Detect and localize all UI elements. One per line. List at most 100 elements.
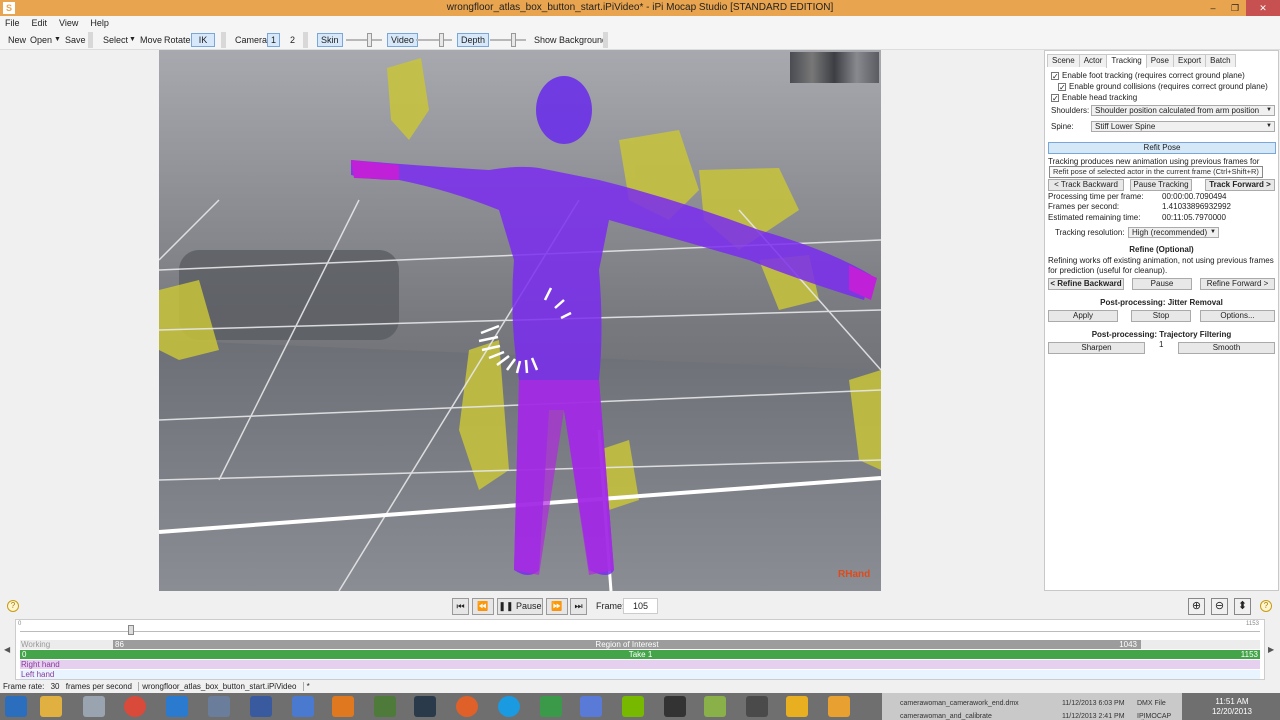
file-name[interactable]: camerawoman_camerawork_end.dmx	[900, 700, 1019, 707]
apply-button[interactable]: Apply	[1048, 310, 1118, 322]
tab-export[interactable]: Export	[1172, 54, 1207, 67]
go-to-end-button[interactable]: ⏭	[570, 598, 587, 615]
foot-tracking-checkbox[interactable]: ✓ Enable foot tracking (requires correct…	[1051, 71, 1245, 81]
timeline[interactable]: 0 1153 Working 86 Region of Interest 104…	[15, 619, 1265, 680]
checkbox-icon[interactable]: ✓	[1051, 94, 1059, 103]
maximize-button[interactable]: ❐	[1224, 0, 1246, 16]
camera-2-toggle[interactable]: 2	[290, 34, 295, 46]
open-dropdown-icon[interactable]: ▼	[54, 34, 61, 46]
rotate-button[interactable]: Rotate	[164, 34, 191, 46]
stop-button[interactable]: Stop	[1131, 310, 1191, 322]
playhead-handle[interactable]	[128, 625, 134, 635]
timeline-scroll-right-icon[interactable]: ▶	[1268, 645, 1274, 654]
tab-tracking[interactable]: Tracking	[1106, 54, 1147, 68]
track-forward-button[interactable]: Track Forward >	[1205, 179, 1275, 191]
app-icon[interactable]	[292, 696, 314, 717]
show-background-button[interactable]: Show Background	[534, 34, 607, 46]
new-button[interactable]: New	[8, 34, 26, 46]
menu-view[interactable]: View	[59, 16, 78, 30]
ipi-studio-icon[interactable]	[828, 696, 850, 717]
pause-tracking-button[interactable]: Pause Tracking	[1130, 179, 1192, 191]
nvidia-icon[interactable]	[622, 696, 644, 717]
fast-forward-button[interactable]: ⏩	[546, 598, 568, 615]
app-icon[interactable]	[166, 696, 188, 717]
move-button[interactable]: Move	[140, 34, 162, 46]
shoulders-select[interactable]: Shoulder position calculated from arm po…	[1091, 105, 1275, 116]
skin-toggle[interactable]: Skin	[317, 33, 343, 47]
menu-help[interactable]: Help	[90, 16, 109, 30]
region-of-interest-bar[interactable]: 86 Region of Interest 1043	[113, 640, 1141, 649]
menu-file[interactable]: File	[5, 16, 20, 30]
app-icon[interactable]	[664, 696, 686, 717]
app-icon[interactable]	[540, 696, 562, 717]
file-name[interactable]: camerawoman_and_calibrate	[900, 713, 992, 720]
left-hand-row[interactable]: Left hand	[20, 670, 1260, 679]
app-icon[interactable]	[456, 696, 478, 717]
help-icon[interactable]: ?	[7, 600, 19, 612]
depth-toggle[interactable]: Depth	[457, 33, 490, 47]
close-button[interactable]: ✕	[1246, 0, 1280, 16]
checkbox-icon[interactable]: ✓	[1051, 72, 1059, 81]
steam-icon[interactable]	[414, 696, 436, 717]
skin-slider-thumb[interactable]	[367, 33, 372, 47]
head-tracking-checkbox[interactable]: ✓ Enable head tracking	[1051, 93, 1137, 103]
ik-toggle[interactable]: IK	[191, 33, 215, 47]
app-icon[interactable]	[704, 696, 726, 717]
app-icon[interactable]	[580, 696, 602, 717]
menu-edit[interactable]: Edit	[32, 16, 48, 30]
frame-input[interactable]: 105	[623, 598, 658, 614]
vlc-icon[interactable]	[332, 696, 354, 717]
tab-batch[interactable]: Batch	[1205, 54, 1236, 67]
fit-timeline-icon[interactable]: ⬍	[1234, 598, 1251, 615]
video-slider[interactable]	[416, 39, 452, 41]
skin-slider[interactable]	[346, 39, 382, 41]
tab-pose[interactable]: Pose	[1145, 54, 1174, 67]
3d-viewport[interactable]: RHand	[159, 50, 881, 591]
app-icon[interactable]	[746, 696, 768, 717]
track-backward-button[interactable]: < Track Backward	[1048, 179, 1124, 191]
select-button[interactable]: Select	[103, 34, 128, 46]
video-slider-thumb[interactable]	[439, 33, 444, 47]
checkbox-icon[interactable]: ✓	[1058, 83, 1066, 92]
open-button[interactable]: Open	[30, 34, 52, 46]
camera-1-toggle[interactable]: 1	[267, 33, 281, 47]
depth-slider-thumb[interactable]	[511, 33, 516, 47]
app-icon[interactable]	[208, 696, 230, 717]
file-explorer-icon[interactable]	[40, 696, 62, 717]
skype-icon[interactable]	[498, 696, 520, 717]
tab-scene[interactable]: Scene	[1047, 54, 1080, 67]
options-button[interactable]: Options...	[1200, 310, 1275, 322]
help-icon[interactable]: ?	[1260, 600, 1272, 612]
spine-select[interactable]: Stiff Lower Spine ▼	[1091, 121, 1275, 132]
sharpen-button[interactable]: Sharpen	[1048, 342, 1145, 354]
app-icon[interactable]	[786, 696, 808, 717]
minimize-button[interactable]: –	[1202, 0, 1224, 16]
app-icon[interactable]	[250, 696, 272, 717]
camera-preview-thumbnail[interactable]	[790, 52, 879, 83]
refine-pause-button[interactable]: Pause	[1132, 278, 1192, 290]
system-clock[interactable]: 11:51 AM 12/20/2013	[1212, 697, 1252, 717]
ground-collisions-checkbox[interactable]: ✓ Enable ground collisions (requires cor…	[1058, 82, 1268, 92]
rewind-button[interactable]: ⏪	[472, 598, 494, 615]
video-toggle[interactable]: Video	[387, 33, 418, 47]
tracking-resolution-select[interactable]: High (recommended) ▼	[1128, 227, 1219, 238]
select-dropdown-icon[interactable]: ▼	[129, 34, 136, 46]
zoom-out-icon[interactable]: ⊖	[1211, 598, 1228, 615]
take-row[interactable]: 0 Take 1 1153	[20, 650, 1260, 659]
pause-button[interactable]: ❚❚ Pause	[497, 598, 543, 615]
minecraft-icon[interactable]	[374, 696, 396, 717]
zoom-in-icon[interactable]: ⊕	[1188, 598, 1205, 615]
depth-slider[interactable]	[490, 39, 526, 41]
app-icon[interactable]	[83, 696, 105, 717]
refit-pose-button[interactable]: Refit Pose	[1048, 142, 1276, 154]
refine-forward-button[interactable]: Refine Forward >	[1200, 278, 1275, 290]
chrome-icon[interactable]	[124, 696, 146, 717]
right-hand-row[interactable]: Right hand	[20, 660, 1260, 669]
go-to-start-button[interactable]: ⏮	[452, 598, 469, 615]
tab-actor[interactable]: Actor	[1078, 54, 1108, 67]
timeline-scroll-left-icon[interactable]: ◀	[4, 645, 10, 654]
start-button-icon[interactable]	[5, 696, 27, 717]
refine-backward-button[interactable]: < Refine Backward	[1048, 278, 1124, 290]
smooth-button[interactable]: Smooth	[1178, 342, 1275, 354]
save-button[interactable]: Save	[65, 34, 86, 46]
